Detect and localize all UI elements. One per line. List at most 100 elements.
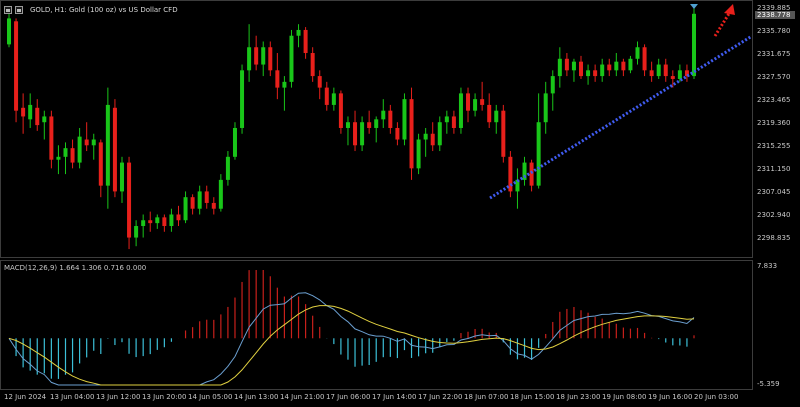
candle-body (98, 142, 103, 186)
candle-body (268, 47, 273, 71)
price-tick-label: 2315.255 (757, 142, 791, 150)
projection-arrow-line (713, 11, 732, 37)
candle-body (550, 76, 555, 94)
restore-icon[interactable] (15, 6, 23, 14)
candle-body (134, 226, 139, 238)
candle-body (49, 116, 54, 160)
time-tick-label: 17 Jun 22:00 (418, 393, 463, 401)
time-tick-label: 13 Jun 12:00 (96, 393, 141, 401)
candle-body (190, 197, 195, 209)
candle-body (395, 127, 400, 140)
candle-body (374, 119, 379, 128)
time-tick-label: 18 Jun 15:00 (510, 393, 555, 401)
candle-body (42, 116, 47, 123)
candle-body (557, 58, 562, 77)
candle-body (416, 139, 421, 169)
projection-arrow-head-icon (724, 4, 735, 15)
candle-body (91, 139, 96, 146)
price-tick-label: 2311.150 (757, 165, 791, 173)
candle-body (480, 99, 485, 105)
time-tick-label: 13 Jun 04:00 (50, 393, 95, 401)
candle-body (473, 99, 478, 111)
candle-body (148, 220, 153, 224)
time-axis[interactable]: 12 Jun 2024 13 Jun 04:00 13 Jun 12:00 13 Ju… (0, 390, 753, 407)
candle-body (155, 217, 160, 224)
candle-body (77, 136, 82, 163)
menu-icon[interactable] (4, 6, 12, 14)
macd-axis[interactable]: 7.833 -5.359 (753, 260, 800, 390)
candle-body (56, 156, 61, 160)
last-price-marker-icon (690, 4, 698, 9)
candle-body (112, 107, 117, 192)
candle-body (225, 156, 230, 180)
chart-canvas[interactable] (0, 0, 800, 407)
candle-body (282, 81, 287, 88)
candle-body (635, 47, 640, 59)
candle-body (7, 18, 11, 45)
candle-body (176, 214, 181, 221)
time-tick-label: 14 Jun 21:00 (280, 393, 325, 401)
price-tick-label: 2327.570 (757, 73, 791, 81)
candle-body (289, 35, 294, 82)
candle-body (649, 70, 654, 77)
time-tick-label: 14 Jun 13:00 (234, 393, 279, 401)
candle-body (169, 214, 174, 227)
candle-body (579, 61, 584, 77)
candle-body (593, 70, 598, 77)
candle-body (621, 61, 626, 71)
candle-body (218, 179, 223, 209)
candle-body (162, 217, 167, 227)
candle-body (430, 133, 435, 146)
price-tick-label: 2323.465 (757, 96, 791, 104)
price-tick-label: 2302.940 (757, 211, 791, 219)
candle-body (70, 148, 75, 163)
candle-body (614, 61, 619, 71)
time-tick-label: 19 Jun 08:00 (602, 393, 647, 401)
time-tick-label: 14 Jun 05:00 (188, 393, 233, 401)
candle-body (317, 76, 322, 88)
candle-body (444, 116, 449, 123)
candle-body (663, 64, 668, 77)
candle-body (105, 104, 110, 186)
candle-body (63, 148, 68, 157)
candle-body (656, 64, 661, 77)
macd-axis-bottom: -5.359 (757, 380, 780, 388)
candle-body (360, 122, 365, 146)
candle-body (642, 47, 647, 71)
macd-title: MACD(12,26,9) 1.664 1.306 0.716 0.000 (4, 264, 147, 272)
candle-body (571, 61, 576, 71)
chart-header: GOLD, H1: Gold (100 oz) vs US Dollar CFD (4, 4, 178, 16)
price-tick-label: 2307.045 (757, 188, 791, 196)
candle-body (240, 70, 245, 128)
candle-body (197, 191, 202, 209)
time-tick-label: 13 Jun 20:00 (142, 393, 187, 401)
candle-body (451, 116, 456, 128)
macd-line (8, 292, 695, 386)
candle-body (409, 99, 414, 169)
candle-body (232, 127, 237, 157)
candle-body (21, 107, 26, 117)
candle-body (564, 58, 569, 71)
candle-body (670, 76, 675, 79)
candle-body (529, 162, 534, 186)
candle-body (692, 13, 696, 77)
candle-body (338, 93, 343, 128)
candle-body (119, 162, 124, 192)
candle-body (275, 70, 280, 88)
candle-body (367, 122, 372, 128)
candle-body (254, 47, 259, 65)
candle-body (331, 93, 336, 105)
price-axis[interactable]: 2339.885 2335.780 2331.675 2327.570 2323.465… (753, 0, 800, 258)
candle-body (628, 58, 633, 71)
price-tick-label: 2319.360 (757, 119, 791, 127)
current-price-label: 2338.778 (755, 11, 795, 19)
macd-axis-top: 7.833 (757, 262, 778, 270)
candle-body (388, 110, 393, 128)
chart-window[interactable]: GOLD, H1: Gold (100 oz) vs US Dollar CFD… (0, 0, 800, 407)
candle-body (402, 99, 407, 140)
candle-body (353, 122, 358, 146)
candle-body (183, 197, 188, 221)
time-tick-label: 12 Jun 2024 (4, 393, 47, 401)
candle-body (303, 29, 308, 54)
time-tick-label: 19 Jun 16:00 (648, 393, 693, 401)
